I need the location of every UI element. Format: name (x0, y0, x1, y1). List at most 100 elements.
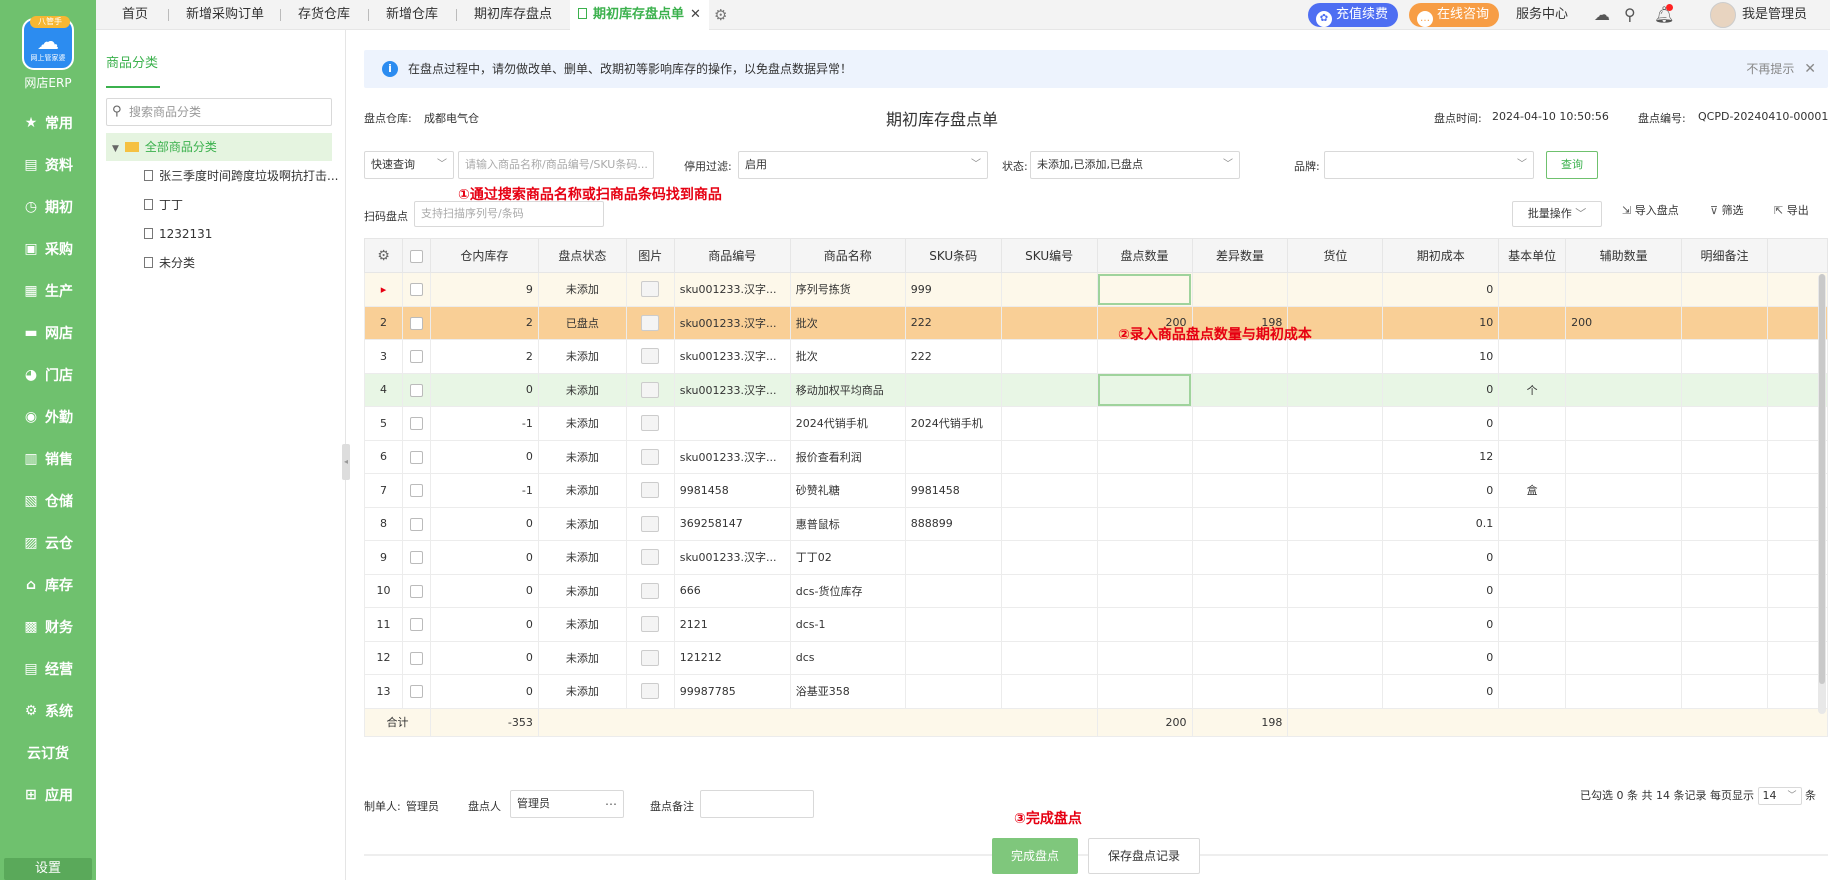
category-title[interactable]: 商品分类 (106, 52, 158, 71)
bell-icon[interactable]: 🔔︎ (1654, 4, 1674, 26)
row-checkbox[interactable] (409, 484, 423, 497)
cell-aux[interactable] (1565, 506, 1683, 541)
nav-item-common[interactable]: ★ 常用 (0, 102, 96, 144)
column-header[interactable]: 货位 (1287, 238, 1384, 273)
remark-input[interactable] (700, 790, 814, 818)
category-search-input[interactable]: ⚲ 搜索商品分类 (106, 98, 332, 126)
cell-loc[interactable] (1287, 640, 1384, 675)
tab-new-warehouse[interactable]: 新增仓库 (386, 0, 438, 30)
column-header[interactable]: 盘点数量 (1096, 238, 1193, 273)
row-checkbox[interactable] (409, 350, 423, 363)
cell-aux[interactable] (1565, 640, 1683, 675)
cell-note[interactable] (1681, 272, 1768, 307)
cell-note[interactable] (1681, 339, 1768, 374)
cell-aux[interactable] (1565, 674, 1683, 709)
column-header[interactable]: 明细备注 (1681, 238, 1768, 273)
row-checkbox[interactable] (409, 618, 423, 631)
cell-cost[interactable]: 0.1 (1382, 506, 1500, 541)
cell-aux[interactable] (1565, 272, 1683, 307)
cell-aux[interactable] (1565, 439, 1683, 474)
cell-note[interactable] (1681, 305, 1768, 340)
tab-home[interactable]: 首页 (122, 0, 148, 30)
nav-item-data[interactable]: ▤ 资料 (0, 144, 96, 186)
complete-check-button[interactable]: 完成盘点 (992, 838, 1078, 874)
cell-cost[interactable]: 12 (1382, 439, 1500, 474)
column-header[interactable]: SKU编号 (1000, 238, 1098, 273)
cell-aux[interactable] (1565, 573, 1683, 608)
scan-input[interactable]: 支持扫描序列号/条码 (414, 201, 604, 227)
cell-aux[interactable] (1565, 473, 1683, 508)
cell-note[interactable] (1681, 372, 1768, 407)
cell-cost[interactable]: 10 (1382, 339, 1500, 374)
table-row[interactable]: ▸ 9 未添加 sku001233.汉字... 序列号拣货 999 0 (364, 272, 1829, 307)
cell-aux[interactable]: 200 (1565, 305, 1683, 340)
nav-item-apps[interactable]: ⊞ 应用 (0, 774, 96, 816)
nav-item-business[interactable]: ▤ 经营 (0, 648, 96, 690)
cell-note[interactable] (1681, 540, 1768, 575)
brand-select[interactable]: ﹀ (1324, 151, 1534, 179)
export-button[interactable]: ⇱ 导出 (1774, 202, 1809, 218)
cell-note[interactable] (1681, 640, 1768, 675)
tab-new-purchase-order[interactable]: 新增采购订单 (186, 0, 264, 30)
nav-item-shop[interactable]: ◕ 门店 (0, 354, 96, 396)
cell-loc[interactable] (1287, 439, 1384, 474)
cell-note[interactable] (1681, 439, 1768, 474)
tree-item[interactable]: 1232131 (144, 221, 212, 247)
cell-count[interactable] (1096, 439, 1193, 474)
cell-count[interactable] (1096, 540, 1193, 575)
column-settings-header[interactable]: ⚙ (364, 238, 403, 273)
cell-cost[interactable]: 0 (1382, 406, 1500, 441)
nav-item-storage[interactable]: ▧ 仓储 (0, 480, 96, 522)
keyword-search-input[interactable]: 请输入商品名称/商品编号/SKU条码... (458, 151, 654, 179)
nav-item-online-store[interactable]: ▬ 网店 (0, 312, 96, 354)
settings-button[interactable]: 设置 (4, 858, 92, 880)
row-checkbox[interactable] (409, 383, 423, 397)
page-size-select[interactable]: 14 ﹀ (1757, 787, 1802, 805)
column-header[interactable]: 商品名称 (789, 238, 906, 273)
cell-loc[interactable] (1287, 607, 1384, 642)
recharge-button[interactable]: ✿ 充值续费 (1308, 3, 1399, 27)
tab-opening-stock-check-sheet[interactable]: 期初库存盘点单 ✕ (570, 0, 709, 30)
avatar[interactable] (1710, 2, 1736, 28)
cell-cost[interactable]: 0 (1382, 372, 1500, 407)
table-row[interactable]: 7 -1 未添加 9981458 砂赞礼糖 9981458 0 盒 (364, 473, 1829, 508)
row-checkbox[interactable] (409, 551, 423, 564)
cell-count[interactable] (1096, 272, 1193, 307)
save-check-record-button[interactable]: 保存盘点记录 (1088, 838, 1200, 874)
tab-inventory-warehouse[interactable]: 存货仓库 (298, 0, 350, 30)
column-header[interactable]: SKU条码 (904, 238, 1002, 273)
cell-note[interactable] (1681, 573, 1768, 608)
cell-note[interactable] (1681, 607, 1768, 642)
column-header[interactable]: 辅助数量 (1565, 238, 1683, 273)
cell-cost[interactable]: 0 (1382, 607, 1500, 642)
tree-item[interactable]: 未分类 (144, 250, 195, 276)
cell-count[interactable] (1096, 506, 1193, 541)
cell-aux[interactable] (1565, 540, 1683, 575)
table-row[interactable]: 6 0 未添加 sku001233.汉字... 报价查看利润 12 (364, 439, 1829, 474)
table-row[interactable]: 10 0 未添加 666 dcs-货位库存 0 (364, 573, 1829, 608)
query-button[interactable]: 查询 (1546, 151, 1598, 179)
column-header[interactable]: 基本单位 (1498, 238, 1567, 273)
table-row[interactable]: 9 0 未添加 sku001233.汉字... 丁丁02 0 (364, 540, 1829, 575)
cell-loc[interactable] (1287, 540, 1384, 575)
cell-aux[interactable] (1565, 607, 1683, 642)
service-center-link[interactable]: 服务中心 (1516, 0, 1568, 30)
column-header[interactable]: 差异数量 (1191, 238, 1289, 273)
checker-input[interactable]: 管理员 ⋯ (510, 790, 624, 818)
cell-note[interactable] (1681, 674, 1768, 709)
cell-loc[interactable] (1287, 372, 1384, 407)
cell-cost[interactable]: 0 (1382, 573, 1500, 608)
cell-count[interactable] (1096, 339, 1193, 374)
user-name[interactable]: 我是管理员 (1742, 0, 1807, 30)
cell-count[interactable] (1096, 607, 1193, 642)
row-checkbox[interactable] (409, 417, 423, 430)
cell-count[interactable] (1096, 573, 1193, 608)
batch-operation-button[interactable]: 批量操作 ﹀ (1512, 201, 1602, 227)
cell-count[interactable] (1096, 372, 1193, 407)
cell-cost[interactable]: 0 (1382, 540, 1500, 575)
select-all-checkbox-header[interactable] (401, 238, 431, 273)
cell-loc[interactable] (1287, 674, 1384, 709)
cell-count[interactable] (1096, 473, 1193, 508)
row-checkbox[interactable] (409, 283, 423, 296)
column-header[interactable]: 仓内库存 (429, 238, 539, 273)
